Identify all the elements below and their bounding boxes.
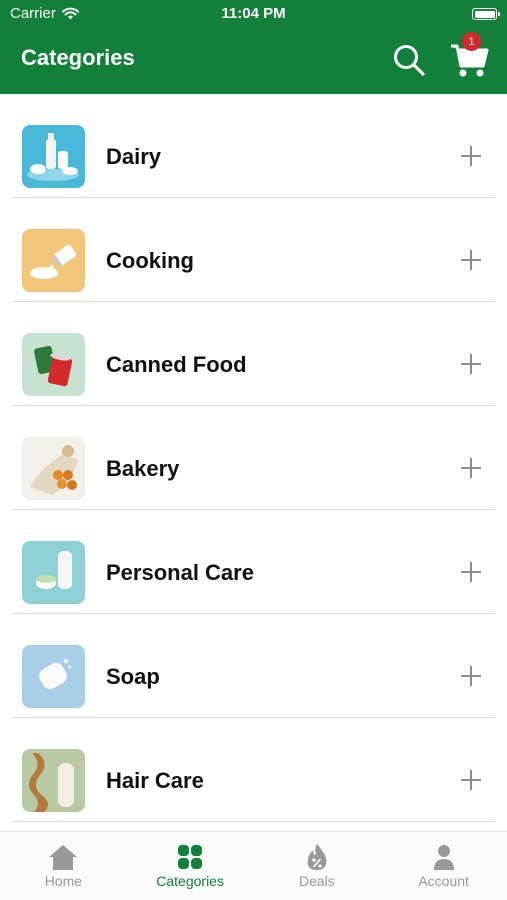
page-title: Categories [21,45,135,70]
tab-home[interactable]: Home [0,832,127,900]
plus-icon[interactable] [461,354,481,374]
category-row-canned-food[interactable]: Canned Food [0,302,507,406]
category-row-dairy[interactable]: Dairy [0,94,507,198]
search-button[interactable] [392,42,426,78]
tab-label: Account [418,873,469,889]
status-time: 11:04 PM [221,5,286,22]
tab-label: Categories [156,873,224,889]
category-row-bakery[interactable]: Bakery [0,406,507,510]
search-icon [394,45,425,76]
plus-icon[interactable] [461,458,481,478]
tab-label: Deals [298,873,335,889]
tab-account[interactable]: Account [380,832,507,900]
home-icon [49,845,78,870]
account-icon [433,845,454,870]
tab-label: Home [44,873,83,889]
category-label: Hair Care [106,768,204,793]
plus-icon[interactable] [461,666,481,686]
category-row-personal-care[interactable]: Personal Care [0,510,507,614]
category-label: Canned Food [106,352,247,377]
category-label: Personal Care [106,560,254,585]
tab-categories[interactable]: Categories [127,832,254,900]
soap-thumbnail [22,645,85,708]
category-label: Soap [106,664,160,689]
category-row-hair-care[interactable]: Hair Care [0,718,507,822]
bakery-thumbnail [22,437,85,500]
status-bar: Carrier 11:04 PM [0,0,507,30]
canned-food-thumbnail [22,333,85,396]
category-label: Dairy [106,144,162,169]
hair-care-thumbnail [22,749,85,812]
tab-deals[interactable]: Deals [254,832,381,900]
plus-icon[interactable] [461,770,481,790]
tab-bar: Home Categories Deals Account [0,831,507,900]
plus-icon[interactable] [461,146,481,166]
grid-icon [178,845,203,869]
plus-icon[interactable] [461,562,481,582]
cart-count-badge: 1 [462,32,481,51]
personal-care-thumbnail [22,541,85,604]
battery-icon [472,8,500,20]
app-header: Carrier 11:04 PM Categories 1 [0,0,507,94]
category-row-soap[interactable]: Soap [0,614,507,718]
dairy-thumbnail [22,125,85,188]
deals-icon [307,844,327,870]
category-label: Bakery [106,456,180,481]
category-label: Cooking [106,248,194,273]
category-list: Dairy Cooking Canned Food Bakery Persona… [0,94,507,831]
cooking-thumbnail [22,229,85,292]
plus-icon[interactable] [461,250,481,270]
category-row-cooking[interactable]: Cooking [0,198,507,302]
